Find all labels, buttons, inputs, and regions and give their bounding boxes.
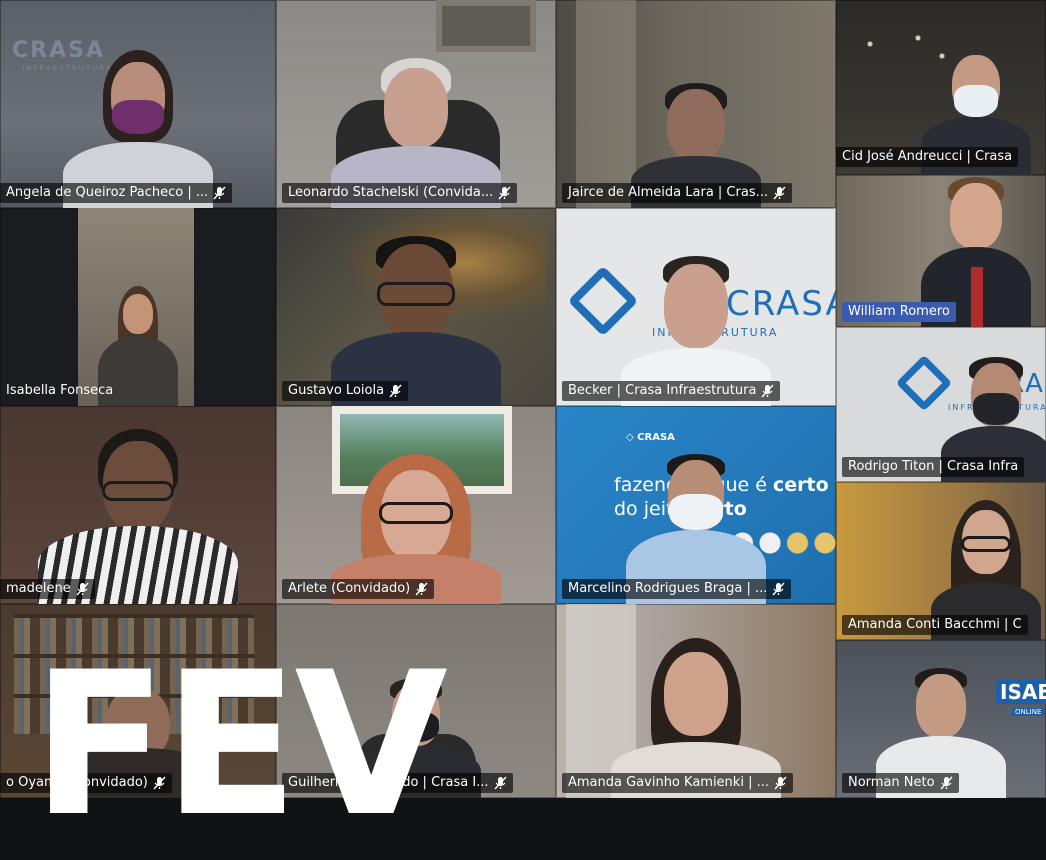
window-light [576,0,636,208]
muted-microphone-icon [415,582,428,596]
video-tile-becker[interactable]: CRASA INFRAESTRUTURA Becker | Crasa Infr… [556,208,836,406]
name-label: madelene [0,579,95,599]
muted-microphone-icon [773,186,786,200]
muted-microphone-icon [940,776,953,790]
video-tile-amanda-gavinho[interactable]: Amanda Gavinho Kamienki | ... [556,604,836,798]
video-tile-jairce[interactable]: Jairce de Almeida Lara | Cras... [556,0,836,208]
name-label: Angela de Queiroz Pacheco | ... [0,183,233,203]
video-tile-rodrigo[interactable]: CRASA INFRAESTRUTURA Rodrigo Titon | Cra… [836,327,1046,482]
video-tile-amanda-conti[interactable]: Amanda Conti Bacchmi | C [836,482,1046,640]
name-label: William Romero [842,302,956,322]
muted-microphone-icon [389,384,402,398]
muted-microphone-icon [494,776,507,790]
name-label: Amanda Gavinho Kamienki | ... [562,773,793,793]
name-label: Jairce de Almeida Lara | Cras... [562,183,792,203]
isae-online-badge: ONLINE [1012,708,1045,716]
video-tile-leonardo[interactable]: Leonardo Stachelski (Convida... [276,0,556,208]
participant-video [38,429,238,604]
video-tile-isabella[interactable]: Isabella Fonseca [0,208,276,406]
muted-microphone-icon [76,582,89,596]
name-label: Rodrigo Titon | Crasa Infra [842,457,1025,477]
name-label: Amanda Conti Bacchmi | C [842,615,1028,635]
muted-microphone-icon [772,582,785,596]
video-tile-angela[interactable]: CRASA INFRAESTRUTURA Angela de Queiroz P… [0,0,276,208]
muted-microphone-icon [213,186,226,200]
video-call-gallery: CRASA INFRAESTRUTURA Angela de Queiroz P… [0,0,1046,844]
name-label: Becker | Crasa Infraestrutura [562,381,781,401]
muted-microphone-icon [774,776,787,790]
name-label: Norman Neto [842,773,959,793]
red-tie [971,267,983,327]
name-label: Gustavo Loiola [282,381,409,401]
video-tile-marcelino[interactable]: ◇ CRASA fazendo o que é certo do jeito c… [556,406,836,604]
banner-small-logo: ◇ CRASA [626,432,675,443]
video-tile-william[interactable]: William Romero [836,175,1046,327]
name-label: Marcelino Rodrigues Braga | ... [562,579,792,599]
muted-microphone-icon [498,186,511,200]
video-tile-gustavo[interactable]: Gustavo Loiola [276,208,556,406]
wall-picture [436,0,536,52]
name-label: Arlete (Convidado) [282,579,435,599]
fev-overlay-logo: FEV [32,629,448,860]
video-tile-madelene[interactable]: madelene [0,406,276,604]
muted-microphone-icon [761,384,774,398]
video-tile-cid[interactable]: Cid José Andreucci | Crasa [836,0,1046,175]
video-tile-norman[interactable]: ISAE ONLINE Norman Neto [836,640,1046,798]
name-label: Cid José Andreucci | Crasa [836,147,1019,167]
name-label: Leonardo Stachelski (Convida... [282,183,518,203]
video-tile-arlete[interactable]: Arlete (Convidado) [276,406,556,604]
name-label: Isabella Fonseca [6,383,114,398]
